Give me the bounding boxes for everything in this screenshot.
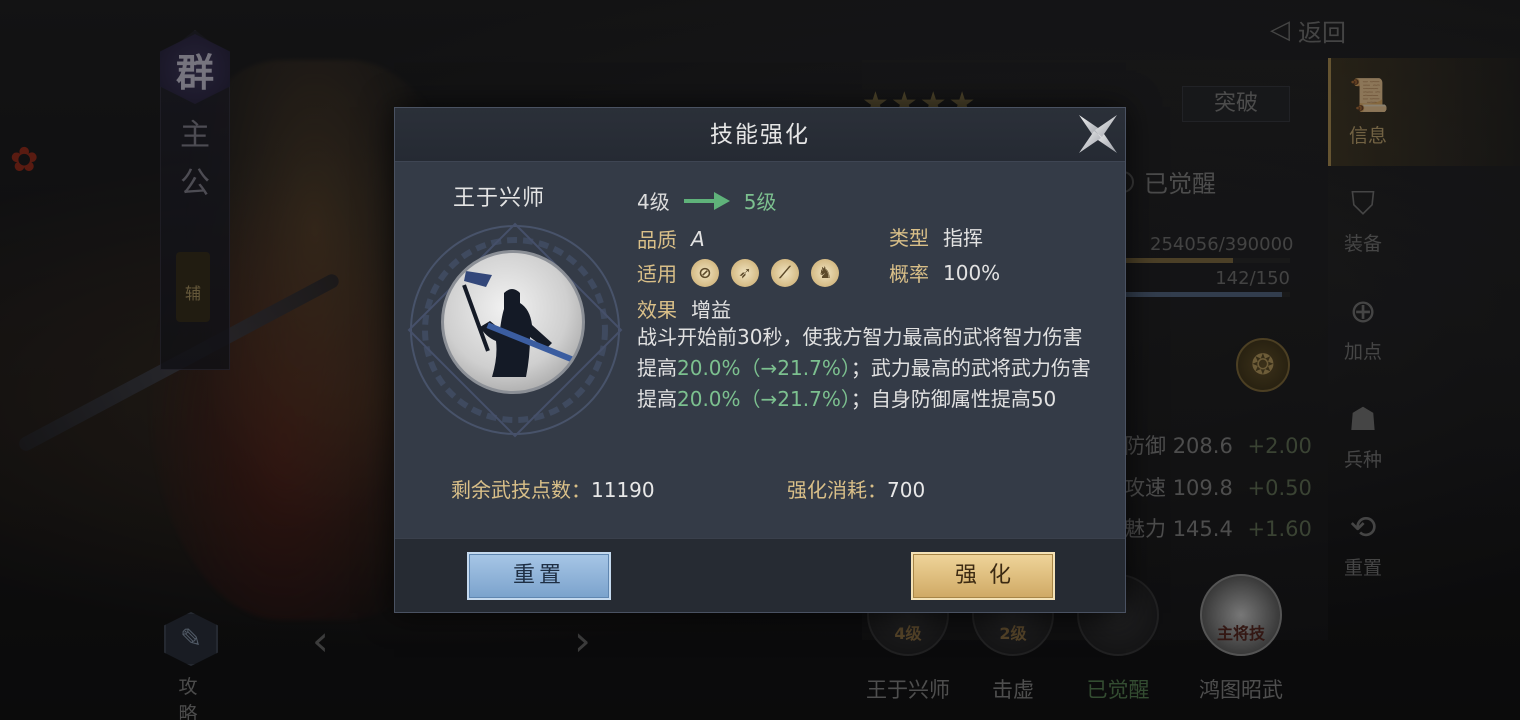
description-highlight: 20.0%（→21.7%） <box>677 387 851 411</box>
shield-icon: ⊘ <box>691 258 719 287</box>
description-highlight: 20.0%（→21.7%） <box>677 356 851 380</box>
dialog-body: 王于兴师 4级 5级 品质 A 类型 指挥 适用 ⊘ ➶ ⟋ ♞ 概率 100%… <box>395 162 1125 538</box>
attr-applies: 适用 ⊘ ➶ ⟋ ♞ <box>637 258 839 287</box>
close-button[interactable] <box>1069 106 1127 162</box>
attr-label: 适用 <box>637 262 677 286</box>
attr-label: 概率 <box>889 262 929 286</box>
arrow-right-icon <box>683 191 730 210</box>
level-from: 4级 <box>637 190 670 214</box>
skill-enhance-dialog: 技能强化 王于兴师 4级 5级 品质 A 类型 指挥 适用 ⊘ ➶ ⟋ ♞ 概率… <box>394 107 1126 613</box>
attr-label: 品质 <box>637 228 677 252</box>
general-silhouette-icon <box>462 271 582 377</box>
unit-icons: ⊘ ➶ ⟋ ♞ <box>691 258 839 287</box>
reset-button[interactable]: 重置 <box>467 552 611 600</box>
attr-quality: 品质 A <box>637 224 705 253</box>
attr-value: 100% <box>943 260 1001 285</box>
bow-icon: ➶ <box>731 258 759 287</box>
skill-name: 王于兴师 <box>453 186 546 211</box>
attr-value: A <box>691 226 705 251</box>
enhance-cost-value: 700 <box>887 478 926 502</box>
remaining-points: 剩余武技点数：11190 <box>451 474 655 503</box>
close-icon <box>1079 115 1117 153</box>
attr-value: 指挥 <box>943 226 983 250</box>
level-to: 5级 <box>743 190 777 214</box>
skill-description: 战斗开始前30秒，使我方智力最高的武将智力伤害提高20.0%（→21.7%）；武… <box>637 322 1097 415</box>
attr-effect: 效果 增益 <box>637 294 731 323</box>
attr-label: 类型 <box>889 226 929 250</box>
remaining-points-value: 11190 <box>591 478 655 502</box>
attr-value: 增益 <box>691 298 731 322</box>
enhance-button[interactable]: 强化 <box>911 552 1055 600</box>
level-change: 4级 5级 <box>637 186 776 215</box>
attr-type: 类型 指挥 <box>889 222 983 251</box>
dialog-title: 技能强化 <box>395 108 1125 162</box>
horse-icon: ♞ <box>811 258 839 287</box>
dialog-footer: 重置 强化 <box>395 538 1125 612</box>
skill-portrait <box>441 250 585 394</box>
enhance-cost: 强化消耗：700 <box>787 474 925 503</box>
remaining-points-label: 剩余武技点数： <box>451 478 591 502</box>
spear-icon: ⟋ <box>771 258 799 287</box>
attr-rate: 概率 100% <box>889 258 1000 287</box>
attr-label: 效果 <box>637 298 677 322</box>
enhance-cost-label: 强化消耗： <box>787 478 887 502</box>
description-text: ；自身防御属性提高50 <box>850 387 1057 411</box>
